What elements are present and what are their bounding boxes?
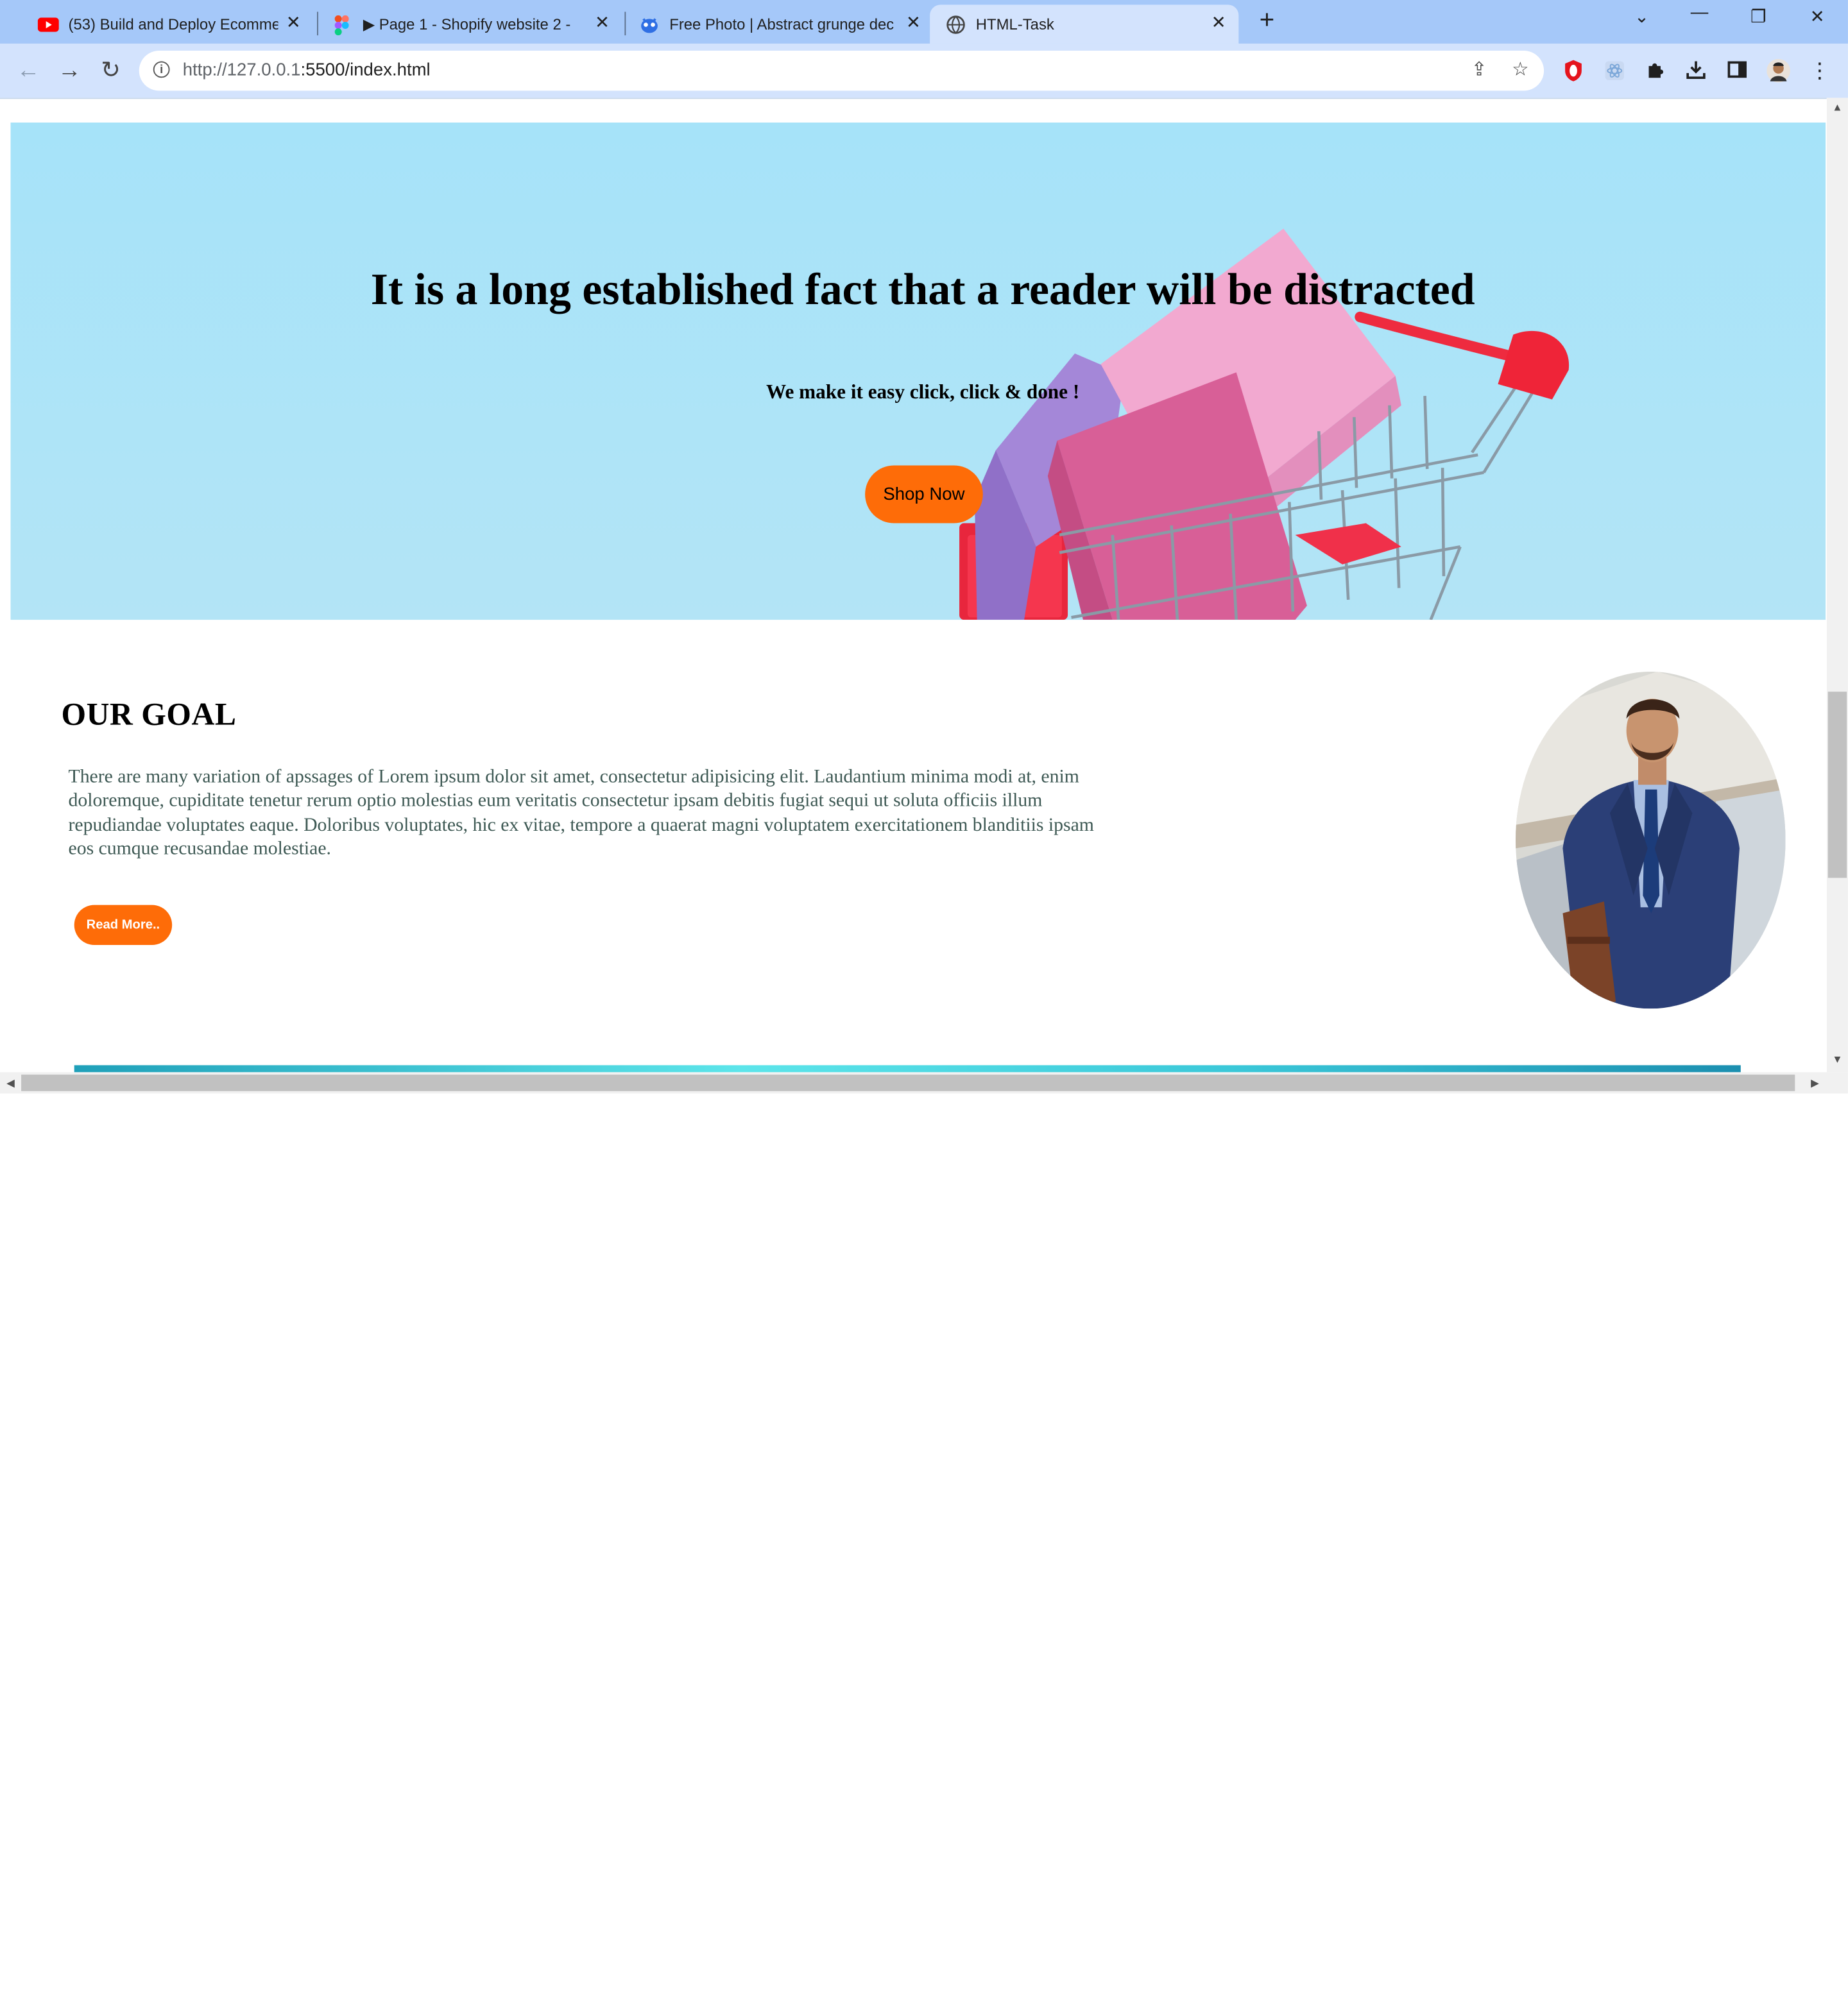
- react-devtools-icon[interactable]: [1603, 59, 1627, 83]
- businessman-portrait-image: [1515, 671, 1786, 1009]
- tab-title: (53) Build and Deploy Ecommerce: [68, 15, 278, 33]
- new-tab-button[interactable]: +: [1254, 6, 1279, 33]
- vertical-scroll-thumb[interactable]: [1827, 692, 1847, 878]
- tab-title: ▶ Page 1 - Shopify website 2 - 1: [363, 15, 576, 33]
- tab-title: Free Photo | Abstract grunge dec: [669, 15, 894, 33]
- side-panel-icon[interactable]: [1725, 59, 1749, 83]
- browser-toolbar: ← → ↻ i http://127.0.0.1:5500/index.html…: [0, 43, 1848, 98]
- close-icon[interactable]: ✕: [903, 13, 924, 34]
- url-path: :5500/index.html: [300, 60, 431, 80]
- tab-strip: (53) Build and Deploy Ecommerce ✕ ▶ Page…: [0, 0, 1848, 44]
- scroll-left-icon[interactable]: ◀: [0, 1072, 21, 1093]
- hero-banner: It is a long established fact that a rea…: [10, 123, 1826, 620]
- close-icon[interactable]: ✕: [283, 13, 304, 34]
- back-icon[interactable]: ←: [14, 56, 42, 85]
- hero-title: It is a long established fact that a rea…: [370, 265, 1475, 315]
- figma-icon: [334, 15, 354, 36]
- tab-html-task[interactable]: HTML-Task ✕: [930, 4, 1239, 44]
- read-more-button[interactable]: Read More..: [74, 905, 173, 946]
- tab-title: HTML-Task: [975, 15, 1054, 33]
- close-icon[interactable]: ✕: [592, 13, 613, 34]
- tab-freepik[interactable]: Free Photo | Abstract grunge dec ✕: [627, 4, 928, 44]
- close-icon[interactable]: ✕: [1208, 13, 1229, 34]
- url-text[interactable]: http://127.0.0.1:5500/index.html: [183, 60, 431, 80]
- tab-divider: [624, 12, 626, 36]
- tab-search-icon[interactable]: ⌄: [1627, 6, 1656, 27]
- profile-avatar-icon[interactable]: [1767, 58, 1790, 83]
- menu-kebab-icon[interactable]: ⋮: [1808, 59, 1831, 83]
- globe-icon: [946, 15, 965, 34]
- address-bar[interactable]: i http://127.0.0.1:5500/index.html ⇪ ☆: [139, 50, 1544, 91]
- page-viewport: It is a long established fact that a rea…: [0, 98, 1827, 1073]
- scroll-up-icon[interactable]: ▲: [1827, 101, 1848, 113]
- tab-youtube[interactable]: (53) Build and Deploy Ecommerce ✕: [12, 4, 316, 44]
- hero-subtitle: We make it easy click, click & done !: [766, 380, 1080, 404]
- url-host: http://127.0.0.1: [182, 60, 301, 80]
- goal-heading: OUR GOAL: [61, 696, 237, 732]
- vertical-scrollbar[interactable]: [1826, 98, 1848, 1073]
- opera-extension-icon[interactable]: [1562, 59, 1586, 83]
- download-icon[interactable]: [1684, 59, 1708, 83]
- goal-paragraph: There are many variation of apssages of …: [68, 765, 1094, 859]
- restore-icon[interactable]: ❐: [1744, 6, 1772, 27]
- shop-now-button[interactable]: Shop Now: [865, 465, 983, 523]
- share-icon[interactable]: ⇪: [1469, 60, 1490, 81]
- minimize-icon[interactable]: —: [1685, 3, 1713, 22]
- site-info-icon[interactable]: i: [153, 61, 170, 78]
- tab-figma[interactable]: ▶ Page 1 - Shopify website 2 - 1 ✕: [321, 4, 622, 44]
- extensions-puzzle-icon[interactable]: [1644, 59, 1668, 83]
- reload-icon[interactable]: ↻: [97, 56, 125, 85]
- close-window-icon[interactable]: ✕: [1803, 6, 1831, 27]
- divider: [0, 98, 1827, 99]
- scroll-right-icon[interactable]: ▶: [1804, 1072, 1826, 1093]
- horizontal-scroll-thumb[interactable]: [21, 1075, 1795, 1091]
- tab-divider: [317, 12, 318, 36]
- next-section-banner-edge: [74, 1065, 1741, 1073]
- scroll-down-icon[interactable]: ▼: [1827, 1053, 1848, 1065]
- freepik-icon: [638, 15, 658, 34]
- bookmark-star-icon[interactable]: ☆: [1510, 60, 1531, 81]
- youtube-icon: [37, 15, 59, 34]
- forward-icon[interactable]: →: [55, 56, 83, 85]
- browser-window: (53) Build and Deploy Ecommerce ✕ ▶ Page…: [0, 0, 1848, 1094]
- shopping-cart-image: [10, 123, 1826, 620]
